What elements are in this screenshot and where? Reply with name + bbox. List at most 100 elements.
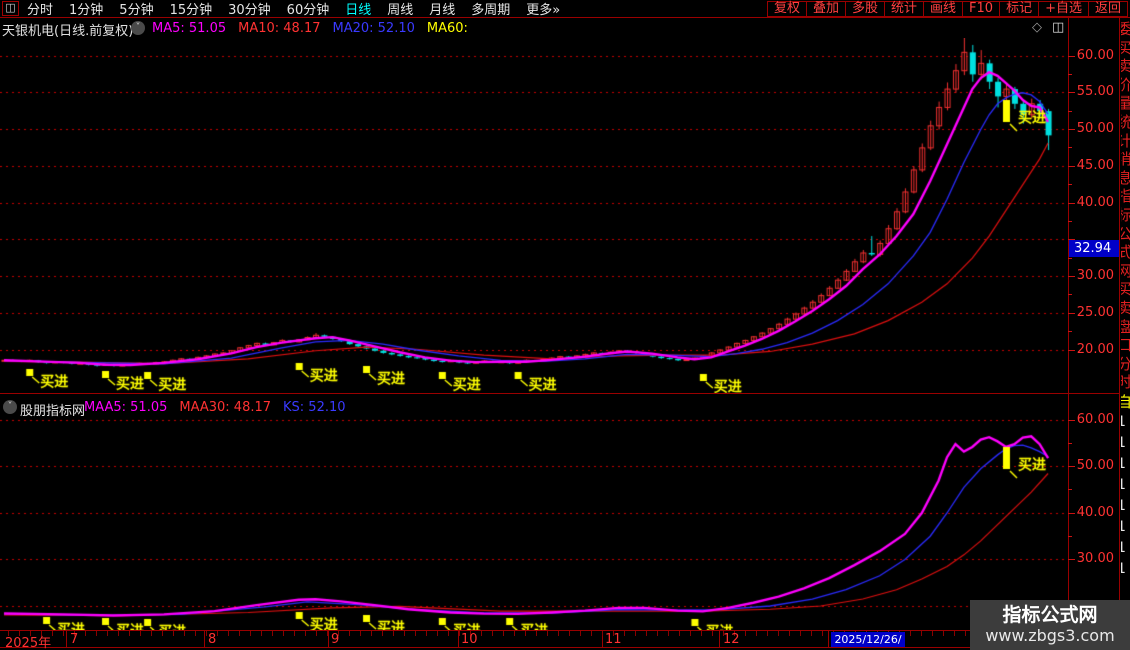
cropped-text: 卖 [1121,298,1130,317]
menu-item-5分钟[interactable]: 5分钟 [119,0,153,18]
axis-tick [371,631,372,636]
price-tick [1068,536,1072,537]
menu-item-月线[interactable]: 月线 [429,0,455,18]
ma-label: MA20: 52.10 [332,21,415,36]
axis-tick [184,631,185,636]
button-多股[interactable]: 多股 [844,0,885,17]
axis-tick [657,631,658,636]
axis-tick [63,631,64,636]
axis-tick [525,631,526,636]
price-tick-label: 45.00 [1076,158,1114,173]
axis-tick [52,631,53,636]
cropped-text: 标 [1121,205,1130,224]
menu-item-15分钟[interactable]: 15分钟 [170,0,213,18]
price-tick [1068,184,1072,185]
split-window-icon[interactable]: ◫ [2,1,19,16]
price-tick-label: 50.00 [1076,121,1114,136]
axis-right-border [1119,18,1120,648]
axis-tick [393,631,394,636]
price-tick-label: 20.00 [1076,342,1114,357]
axis-tick [954,631,955,636]
axis-tick [206,631,207,636]
axis-tick [646,631,647,636]
axis-tick [96,631,97,636]
axis-tick [778,631,779,636]
stock-title: 天银机电(日线.前复权) [2,24,134,39]
axis-tick [514,631,515,636]
menu-item-分时[interactable]: 分时 [27,0,53,18]
month-label: 12 [723,632,740,647]
price-tick [1068,294,1072,295]
axis-tick [173,631,174,636]
axis-tick [580,631,581,636]
menu-item-周线[interactable]: 周线 [387,0,413,18]
axis-tick [239,631,240,636]
menu-item-更多»[interactable]: 更多» [526,0,560,18]
menu-item-多周期[interactable]: 多周期 [471,0,510,18]
axis-tick [228,631,229,636]
cropped-text: 网 [1121,261,1130,280]
axis-tick [327,631,328,636]
cropped-text: 1 [1121,476,1126,493]
axis-tick [140,631,141,636]
price-tick-label: 40.00 [1076,195,1114,210]
cropped-text: 盘 [1121,317,1130,336]
cropped-text: 买 [1121,38,1130,57]
sub-ma-labels: MAA5: 51.05 MAA30: 48.17 KS: 52.10 [84,400,358,415]
cropped-text: 价 [1121,75,1130,94]
cropped-text: 自 [1121,392,1130,411]
button-画线[interactable]: 画线 [923,0,964,17]
axis-tick [910,631,911,636]
axis-left-border [1068,18,1069,648]
layout-icon[interactable]: ◫ [1052,20,1064,35]
toolbar-border [0,17,1130,18]
month-label: 10 [461,632,478,647]
ma-label: MA5: 51.05 [152,21,227,36]
button-复权[interactable]: 复权 [766,0,807,17]
axis-tick [756,631,757,636]
button-返回[interactable]: 返回 [1087,0,1128,17]
button-统计[interactable]: 统计 [884,0,925,17]
month-divider [719,631,720,647]
cropped-text: 统 [1121,112,1130,131]
cropped-text: 1 [1121,434,1126,451]
axis-tick [635,631,636,636]
axis-tick [569,631,570,636]
menu-item-30分钟[interactable]: 30分钟 [228,0,271,18]
panel-divider [0,393,1120,394]
price-tick-label: 30.00 [1076,551,1114,566]
axis-tick [811,631,812,636]
axis-tick [767,631,768,636]
ma-label: MA10: 48.17 [238,21,321,36]
cropped-text: 息 [1121,168,1130,187]
button-叠加[interactable]: 叠加 [805,0,846,17]
main-candlestick-chart[interactable] [0,38,1068,394]
button-F10[interactable]: F10 [962,0,1001,17]
price-tick-label: 60.00 [1076,48,1114,63]
axis-tick [316,631,317,636]
menu-item-60分钟[interactable]: 60分钟 [287,0,330,18]
axis-tick [932,631,933,636]
axis-tick [547,631,548,636]
period-toolbar: ◫ 分时 1分钟 5分钟 15分钟 30分钟 60分钟 日线 周线 月线 多周期 更多» 复权 叠加多… [0,0,1130,18]
axis-tick [426,631,427,636]
button-+自选[interactable]: +自选 [1038,0,1089,17]
diamond-icon[interactable]: ◇ [1032,20,1042,35]
sub-indicator-chart[interactable] [0,395,1068,630]
menu-item-日线[interactable]: 日线 [345,0,371,18]
axis-tick [272,631,273,636]
menu-item-1分钟[interactable]: 1分钟 [69,0,103,18]
axis-tick [800,631,801,636]
axis-tick [283,631,284,636]
chevron-down-icon[interactable]: ˅ [3,400,17,414]
axis-tick [437,631,438,636]
cropped-text: 1 [1121,518,1126,535]
axis-tick [558,631,559,636]
stock-app-window: ◫ 分时 1分钟 5分钟 15分钟 30分钟 60分钟 日线 周线 月线 多周期 更多» 复权 叠加多… [0,0,1130,650]
chevron-down-icon[interactable]: ˅ [131,21,145,35]
axis-tick [360,631,361,636]
axis-tick [459,631,460,636]
cropped-text: 时 [1121,373,1130,392]
button-标记[interactable]: 标记 [999,0,1040,17]
cropped-text: 买 [1121,280,1130,299]
